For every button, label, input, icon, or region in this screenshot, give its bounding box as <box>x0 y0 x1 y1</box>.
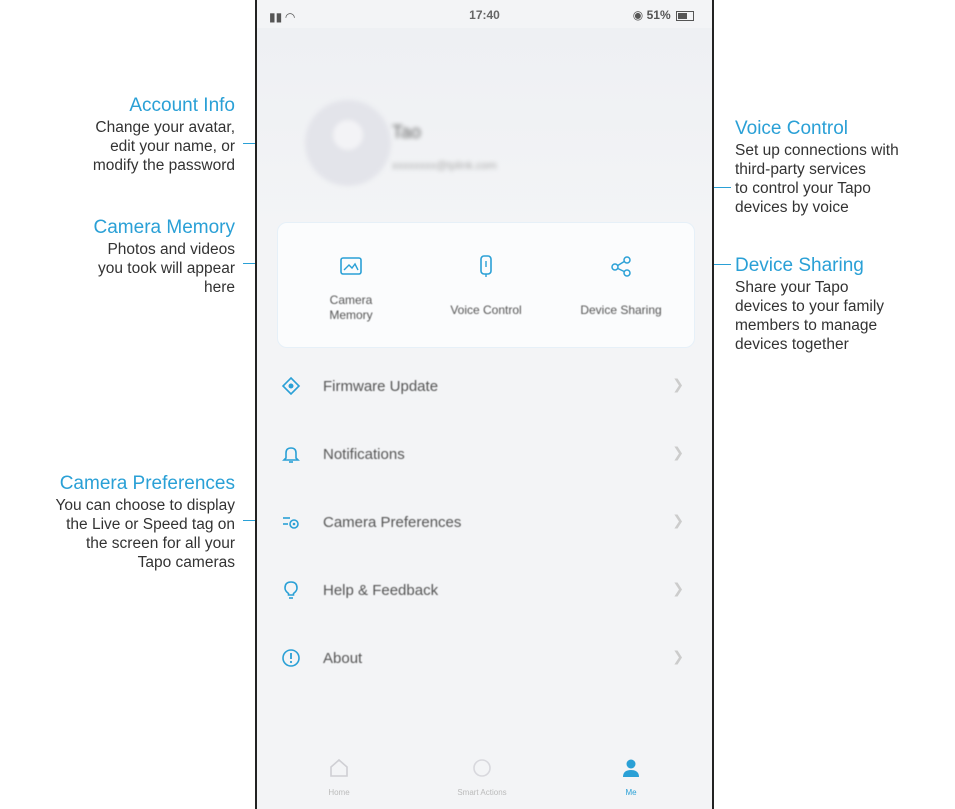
callout-title: Voice Control <box>735 118 849 139</box>
callout-line: devices together <box>735 336 849 353</box>
battery-indicator: ◉ 51% <box>633 8 694 22</box>
callout-line: members to manage <box>735 317 878 334</box>
menu-item-label: Camera Preferences <box>323 514 462 531</box>
quick-action-label-line: Device Sharing <box>580 303 662 317</box>
callout-line: Change your avatar, <box>95 119 235 136</box>
callout-camera-memory: Camera Memory Photos and videos you took… <box>94 216 235 297</box>
menu-item-about[interactable]: About ❯ <box>257 624 712 692</box>
callout-line: You can choose to display <box>55 497 235 514</box>
menu-item-label: About <box>323 650 363 667</box>
callout-description: Set up connections with third-party serv… <box>735 141 899 217</box>
callout-line: the screen for all your <box>85 535 235 552</box>
callout-line: devices to your family <box>735 298 885 315</box>
callout-line: edit your name, or <box>110 138 235 155</box>
tab-label: Home <box>328 788 350 797</box>
callout-line: Photos and videos <box>107 241 235 258</box>
callout-camera-preferences: Camera Preferences You can choose to dis… <box>55 472 235 572</box>
chevron-right-icon: ❯ <box>672 376 684 392</box>
bottom-tab-bar: Home Smart Actions Me <box>257 749 712 809</box>
callout-account-info: Account Info Change your avatar, edit yo… <box>93 94 235 175</box>
camera-memory-icon <box>340 257 362 275</box>
voice-control-button[interactable]: Voice Control <box>421 223 551 347</box>
camera-memory-button[interactable]: Camera Memory <box>286 223 416 347</box>
callout-title: Camera Preferences <box>59 473 235 494</box>
callout-line: to control your Tapo <box>735 180 871 197</box>
voice-control-label: Voice Control <box>421 303 551 318</box>
callout-line: Set up connections with <box>735 142 899 159</box>
tab-smart-actions[interactable]: Smart Actions <box>422 757 542 797</box>
callout-line: modify the password <box>92 157 235 174</box>
tab-me[interactable]: Me <box>571 757 691 797</box>
device-sharing-button[interactable]: Device Sharing <box>556 223 686 347</box>
callout-voice-control: Voice Control Set up connections with th… <box>735 117 899 217</box>
alarm-icon: ◉ <box>632 8 644 22</box>
menu-item-firmware-update[interactable]: Firmware Update ❯ <box>257 352 712 420</box>
firmware-update-icon <box>281 376 301 396</box>
quick-actions-card: Camera Memory Voice Control Device Shari… <box>277 222 695 348</box>
callout-line: you took will appear <box>98 260 235 277</box>
menu-item-notifications[interactable]: Notifications ❯ <box>257 420 712 488</box>
profile-email: xxxxxxxx@tplink.com <box>392 160 497 172</box>
home-icon <box>330 758 348 777</box>
lightbulb-icon <box>284 581 298 599</box>
callout-description: Share your Tapo devices to your family m… <box>735 278 884 354</box>
menu-item-camera-preferences[interactable]: Camera Preferences ❯ <box>257 488 712 556</box>
avatar[interactable] <box>305 100 391 186</box>
chevron-right-icon: ❯ <box>672 444 684 460</box>
quick-action-label-line: Voice Control <box>450 303 522 317</box>
voice-control-icon <box>480 255 492 277</box>
callout-description: Photos and videos you took will appear h… <box>94 240 235 297</box>
callout-line: Share your Tapo <box>735 279 849 296</box>
callout-line: third-party services <box>735 161 866 178</box>
chevron-right-icon: ❯ <box>672 648 684 664</box>
callout-device-sharing: Device Sharing Share your Tapo devices t… <box>735 254 884 354</box>
quick-action-label-line: Camera <box>329 293 373 307</box>
camera-memory-label: Camera Memory <box>286 293 416 323</box>
callout-description: You can choose to display the Live or Sp… <box>55 496 235 572</box>
battery-percent: 51% <box>646 8 671 22</box>
info-icon <box>282 649 300 667</box>
callout-line: the Live or Speed tag on <box>66 516 235 533</box>
callout-title: Account Info <box>129 95 235 116</box>
chevron-right-icon: ❯ <box>672 512 684 528</box>
callout-description: Change your avatar, edit your name, or m… <box>93 118 235 175</box>
profile-name[interactable]: Tao <box>392 122 421 143</box>
callout-line: Tapo cameras <box>137 554 235 571</box>
tab-label: Smart Actions <box>457 788 507 797</box>
quick-action-label-line: Memory <box>329 308 373 322</box>
me-icon <box>623 759 639 777</box>
status-bar: ▮▮ ◠ 17:40 ◉ 51% <box>257 8 712 28</box>
device-sharing-label: Device Sharing <box>556 303 686 318</box>
preferences-icon <box>283 517 299 529</box>
menu-item-help-feedback[interactable]: Help & Feedback ❯ <box>257 556 712 624</box>
callout-title: Camera Memory <box>93 217 235 238</box>
callout-line: here <box>203 279 235 296</box>
menu-item-label: Help & Feedback <box>323 582 439 599</box>
menu-item-label: Notifications <box>323 446 405 463</box>
settings-menu: Firmware Update ❯ Notifications ❯ Camera… <box>257 352 712 692</box>
bell-icon <box>282 447 300 463</box>
callout-line: devices by voice <box>735 199 849 216</box>
tab-label: Me <box>625 788 637 797</box>
battery-icon <box>676 10 694 21</box>
phone-screen: ▮▮ ◠ 17:40 ◉ 51% Tao xxxxxxxx@tplink.com… <box>255 0 714 809</box>
tab-home[interactable]: Home <box>279 757 399 797</box>
menu-item-label: Firmware Update <box>323 378 439 395</box>
callout-title: Device Sharing <box>735 255 864 276</box>
smart-actions-icon <box>473 759 491 777</box>
chevron-right-icon: ❯ <box>672 580 684 596</box>
device-sharing-icon <box>611 256 631 277</box>
